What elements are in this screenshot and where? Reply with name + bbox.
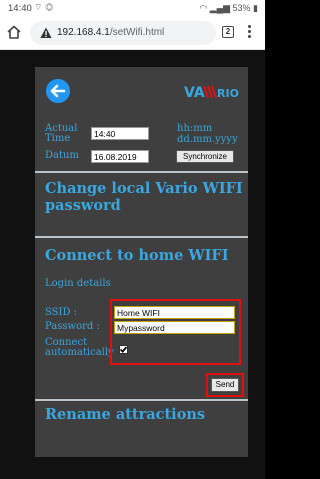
divider bbox=[35, 236, 248, 238]
notification-icons: ⌔ ◎ bbox=[34, 2, 54, 12]
synchronize-button[interactable]: Synchronize bbox=[176, 150, 234, 163]
logo-text-2: RIO bbox=[217, 87, 239, 100]
date-format-hint: dd.mm.yyyy bbox=[177, 134, 238, 145]
connect-automatically-label: Connect automatically bbox=[45, 337, 114, 358]
connect-home-wifi-title: Connect to home WIFI bbox=[45, 247, 229, 264]
date-input[interactable]: 16.08.2019 bbox=[91, 150, 149, 163]
home-icon[interactable] bbox=[7, 25, 21, 39]
address-bar[interactable]: 192.168.4.1/setWifi.html bbox=[30, 21, 216, 45]
browser-toolbar: 192.168.4.1/setWifi.html 2 bbox=[0, 17, 265, 50]
tab-switcher-button[interactable]: 2 bbox=[222, 26, 234, 38]
highlight-box-wifi-fields bbox=[110, 299, 241, 365]
change-wifi-password-link[interactable]: Change local Vario WIFI password bbox=[45, 180, 245, 214]
logo-mark bbox=[203, 85, 217, 99]
time-format-hint: hh:mm bbox=[177, 123, 213, 134]
vario-logo: VA RIO bbox=[184, 83, 240, 101]
divider bbox=[35, 399, 248, 401]
url-path: /setWifi.html bbox=[109, 27, 165, 38]
back-arrow-icon[interactable] bbox=[46, 79, 70, 103]
time-input[interactable]: 14:40 bbox=[91, 127, 149, 140]
rename-attractions-link[interactable]: Rename attractions bbox=[45, 406, 245, 423]
logo-text: VA bbox=[184, 85, 205, 101]
status-indicators: ◠ ▂▄▆ 53% ▮ bbox=[199, 3, 258, 14]
url-host: 192.168.4.1 bbox=[57, 27, 110, 38]
url-text[interactable]: 192.168.4.1/setWifi.html bbox=[57, 27, 164, 38]
wifi-signal-icon: ◠ bbox=[199, 3, 208, 13]
status-time: 14:40 bbox=[8, 3, 32, 14]
divider bbox=[35, 171, 248, 173]
battery-icon: ▮ bbox=[253, 3, 258, 13]
actual-time-label: Actual Time bbox=[45, 123, 78, 144]
status-bar: 14:40 ⌔ ◎ ◠ ▂▄▆ 53% ▮ bbox=[0, 0, 265, 17]
ssid-label: SSID : bbox=[45, 307, 78, 318]
datum-label: Datum bbox=[45, 150, 79, 161]
highlight-box-send bbox=[206, 373, 244, 397]
overflow-menu-icon[interactable] bbox=[248, 25, 252, 39]
login-details-label: Login details bbox=[45, 278, 111, 289]
cell-signal-icon: ▂▄▆ bbox=[209, 3, 230, 13]
battery-level: 53% bbox=[232, 3, 251, 13]
warning-triangle-icon[interactable] bbox=[40, 27, 52, 39]
password-label: Password : bbox=[45, 321, 100, 332]
